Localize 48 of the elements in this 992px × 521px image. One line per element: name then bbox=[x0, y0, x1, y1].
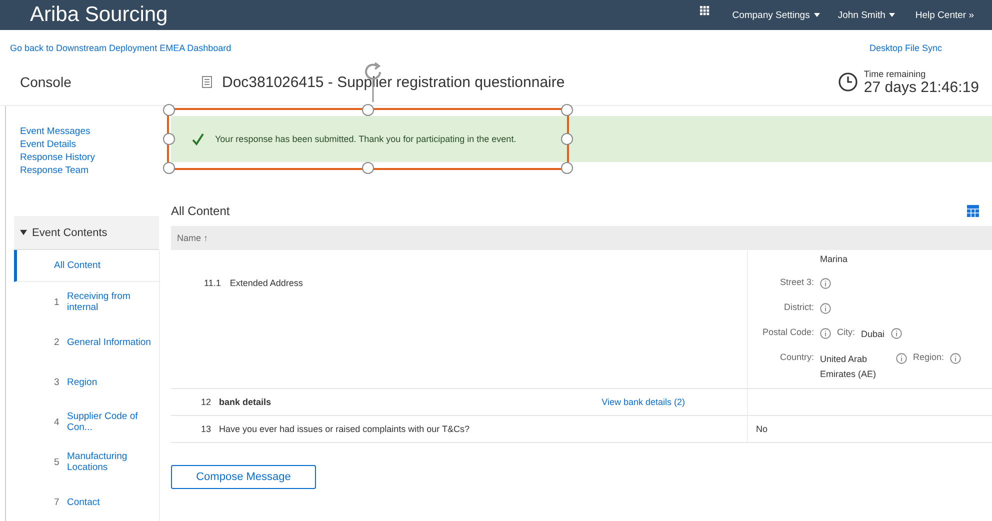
table-icon[interactable] bbox=[967, 205, 979, 217]
document-icon bbox=[202, 76, 212, 88]
question-text: Have you ever had issues or raised complaints with our T&Cs? bbox=[219, 424, 470, 434]
field-label: Region: bbox=[913, 352, 944, 362]
app-title: Ariba Sourcing bbox=[30, 3, 168, 27]
check-icon bbox=[191, 132, 205, 146]
field-label: Country: bbox=[778, 352, 814, 362]
info-icon[interactable] bbox=[950, 353, 962, 364]
header-menu[interactable]: Company Settings bbox=[728, 10, 824, 20]
info-icon[interactable] bbox=[896, 353, 907, 364]
field-label: Postal Code: bbox=[761, 327, 814, 337]
info-icon[interactable] bbox=[890, 328, 902, 339]
console-title: Console bbox=[20, 74, 72, 90]
timer-value: 27 days 21:46:19 bbox=[864, 78, 979, 96]
field-label: City: bbox=[837, 327, 855, 337]
field-label: District: bbox=[783, 302, 814, 312]
section-title: All Content bbox=[171, 204, 230, 218]
clock-icon bbox=[838, 72, 858, 92]
timer-label: Time remaining bbox=[864, 68, 927, 78]
success-message: Your response has been submitted. Thank you for participating in the event. bbox=[215, 134, 516, 144]
row-number: 13 bbox=[201, 424, 212, 434]
back-link[interactable]: Go back to Downstream Deployment EMEA Dashboard bbox=[10, 43, 232, 59]
row-number: 12 bbox=[201, 397, 212, 407]
desktop-sync-link[interactable]: Desktop File Sync bbox=[869, 43, 942, 59]
view-details-link[interactable]: View bank details (2) bbox=[602, 397, 685, 407]
caret-icon bbox=[20, 228, 27, 236]
sidebar-link[interactable]: Response Team bbox=[20, 165, 164, 176]
app-grid-icon[interactable] bbox=[700, 6, 710, 16]
field-value: United Arab Emirates (AE) bbox=[820, 353, 878, 381]
sidebar-link[interactable]: Event Messages bbox=[20, 126, 164, 137]
field-value: Dubai bbox=[861, 328, 885, 341]
document-title: Doc381026415 - Supplier registration questionnaire bbox=[222, 74, 566, 90]
row-number: 11.1 bbox=[204, 278, 221, 288]
row-label: bank details bbox=[219, 397, 272, 407]
section-header[interactable]: Event Contents bbox=[14, 216, 159, 250]
compose-message-button[interactable]: Compose Message bbox=[171, 465, 316, 489]
help-center-link[interactable]: Help Center » bbox=[909, 10, 978, 20]
info-icon[interactable] bbox=[820, 303, 831, 314]
row-label: Extended Address bbox=[230, 278, 303, 288]
field-value: Marina bbox=[820, 253, 848, 266]
sidebar-link[interactable]: Event Details bbox=[20, 139, 164, 150]
sidebar-link[interactable]: Response History bbox=[20, 152, 164, 163]
info-icon[interactable] bbox=[820, 328, 831, 339]
sidebar-item[interactable]: All Content bbox=[14, 250, 159, 282]
answer-value: No bbox=[755, 424, 768, 434]
info-icon[interactable] bbox=[820, 278, 831, 289]
header-menu[interactable]: John Smith bbox=[834, 10, 900, 20]
field-label: Street 3: bbox=[778, 277, 814, 287]
